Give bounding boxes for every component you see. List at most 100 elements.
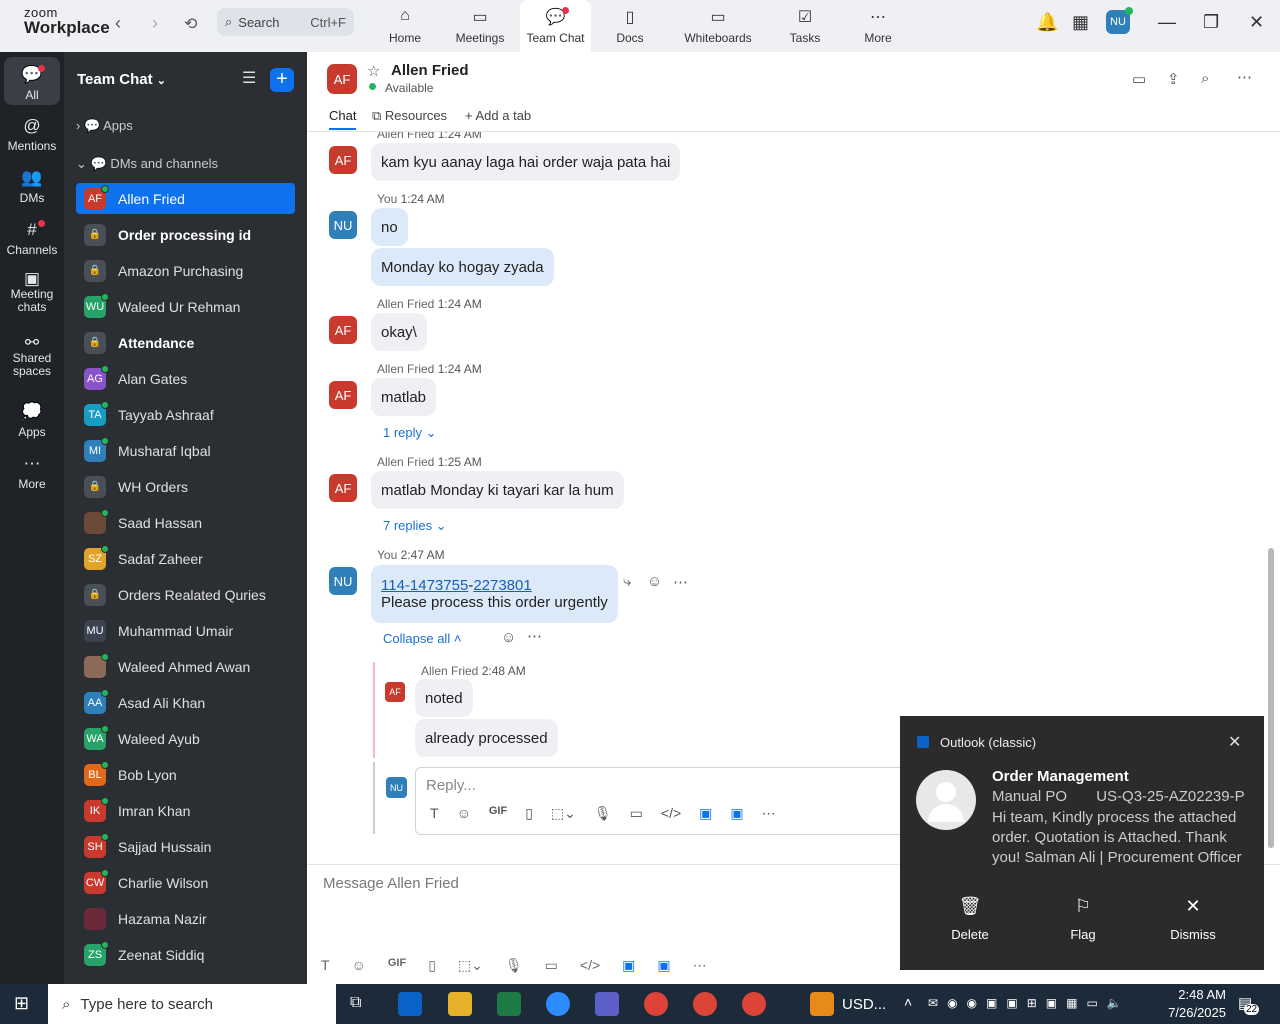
outlook-icon[interactable]: ▣ [986, 996, 997, 1010]
code-icon[interactable]: </> [661, 805, 681, 822]
excel-icon[interactable] [497, 992, 521, 1016]
chrome-icon[interactable]: ◉ [947, 996, 957, 1010]
tab-resources[interactable]: ⧉ Resources [372, 108, 447, 124]
video-call-icon[interactable]: ▭ [1132, 70, 1146, 88]
outlook-app-icon[interactable] [398, 992, 422, 1016]
search-icon[interactable]: ⌕ [1201, 70, 1209, 87]
thread-replies-link[interactable]: 1 reply ⌄ [383, 425, 437, 441]
chrome-icon[interactable] [742, 992, 766, 1016]
avatar[interactable]: NU [1106, 7, 1133, 34]
message-bubble[interactable]: matlab Monday ki tayari kar la hum [371, 471, 624, 509]
order-link[interactable]: 114-1473755 [381, 577, 468, 594]
video-icon[interactable]: ▭ [545, 957, 558, 974]
sidebar-item[interactable]: 🔒 Orders Realated Quries [76, 579, 295, 610]
reply-input[interactable]: Reply... [426, 777, 476, 794]
app-icon[interactable]: ▣ [730, 805, 743, 822]
message-input[interactable]: Message Allen Fried [323, 875, 459, 892]
tab-docs[interactable]: ▯ Docs [605, 0, 655, 52]
bell-icon[interactable]: 🔔 [1036, 12, 1058, 33]
calendar-icon[interactable]: ▦ [1072, 12, 1089, 33]
message-bubble[interactable]: 114-1473755-2273801 Please process this … [371, 565, 618, 623]
share-screen-icon[interactable]: ⇪ [1167, 70, 1180, 88]
task-view-icon[interactable]: ⧉ [350, 994, 361, 1012]
reply-composer[interactable]: Reply... T ☺ GIF ▯ ⬚⌄ 🎙 ▭ </> ▣ ▣ ⋯ [415, 767, 915, 835]
reply-icon[interactable]: ⤷ [623, 573, 631, 590]
sidebar-item[interactable]: Waleed Ahmed Awan [76, 651, 295, 682]
back-arrow-icon[interactable]: ‹ [115, 13, 121, 34]
currency-ticker[interactable]: USD... [842, 996, 886, 1013]
more-icon[interactable]: ⋯ [762, 805, 776, 822]
app-icon[interactable]: ▣ [657, 957, 670, 974]
emoji-icon[interactable]: ☺ [647, 573, 662, 590]
file-explorer-icon[interactable] [448, 992, 472, 1016]
emoji-icon[interactable]: ☺ [352, 957, 366, 974]
tab-chat[interactable]: Chat [329, 108, 357, 130]
code-icon[interactable]: </> [580, 957, 600, 974]
screenshot-icon[interactable]: ⬚⌄ [551, 805, 576, 822]
tab-meetings[interactable]: ▭ Meetings [450, 0, 510, 52]
rail-more[interactable]: ⋯ More [0, 454, 64, 491]
sidebar-item[interactable]: IK Imran Khan [76, 795, 295, 826]
gif-icon[interactable]: GIF [388, 957, 406, 974]
new-chat-button[interactable]: + [270, 68, 294, 92]
forward-arrow-icon[interactable]: › [152, 13, 158, 34]
video-icon[interactable]: ▭ [630, 805, 643, 822]
contact-name[interactable]: Allen Fried [391, 62, 469, 79]
collapse-all-button[interactable]: Collapse all ˄ [383, 631, 461, 646]
sender-avatar[interactable]: AF [385, 682, 405, 702]
sidebar-title[interactable]: Team Chat ⌄ [77, 71, 166, 88]
rail-shared-spaces[interactable]: ⚯ Shared spaces [0, 334, 64, 378]
sender-avatar[interactable]: AF [329, 146, 357, 174]
vpn-icon[interactable]: ▣ [1046, 996, 1057, 1010]
sender-avatar[interactable]: NU [329, 211, 357, 239]
flag-button[interactable]: ⚐ Flag [1053, 896, 1113, 942]
mic-icon[interactable]: 🎙 [505, 957, 523, 974]
contact-avatar[interactable]: AF [327, 64, 357, 94]
zoom-app-icon[interactable] [546, 992, 570, 1016]
sidebar-item[interactable]: ZS Zeenat Siddiq [76, 939, 295, 970]
taskbar-search[interactable]: ⌕ Type here to search [48, 984, 336, 1024]
sidebar-item[interactable]: AA Asad Ali Khan [76, 687, 295, 718]
sender-avatar[interactable]: AF [329, 474, 357, 502]
mic-icon[interactable]: 🎙 [594, 805, 612, 822]
order-link[interactable]: 2273801 [473, 577, 531, 594]
windows-icon[interactable]: ⊞ [1027, 996, 1037, 1010]
sidebar-item[interactable]: AF Allen Fried [76, 183, 295, 214]
more-icon[interactable]: ⋯ [1237, 68, 1252, 86]
tab-add[interactable]: + Add a tab [465, 108, 531, 123]
sidebar-item[interactable]: Saad Hassan [76, 507, 295, 538]
close-icon[interactable]: ✕ [1228, 732, 1241, 752]
file-icon[interactable]: ▯ [428, 957, 436, 974]
sender-avatar[interactable]: AF [329, 381, 357, 409]
message-bubble[interactable]: already processed [415, 719, 558, 757]
teams-icon[interactable]: ▣ [1006, 996, 1017, 1010]
section-apps[interactable]: › 💬 Apps [76, 118, 133, 134]
sidebar-item[interactable]: MI Musharaf Iqbal [76, 435, 295, 466]
sidebar-item[interactable]: WA Waleed Ayub [76, 723, 295, 754]
sidebar-item[interactable]: Hazama Nazir [76, 903, 295, 934]
clock-date[interactable]: 7/26/2025 [1166, 1005, 1226, 1020]
message-bubble[interactable]: okay\ [371, 313, 427, 351]
tab-more[interactable]: ⋯ More [853, 0, 903, 52]
chrome-icon[interactable] [693, 992, 717, 1016]
rail-meeting-chats[interactable]: ▣ Meeting chats [0, 270, 64, 314]
tab-tasks[interactable]: ☑ Tasks [780, 0, 830, 52]
message-bubble[interactable]: noted [415, 679, 473, 717]
windows-start-icon[interactable]: ⊞ [14, 993, 29, 1014]
sidebar-item[interactable]: BL Bob Lyon [76, 759, 295, 790]
close-icon[interactable]: ✕ [1249, 12, 1264, 33]
filter-icon[interactable]: ☰ [242, 68, 256, 88]
scrollbar[interactable] [1268, 548, 1274, 848]
dismiss-button[interactable]: ✕ Dismiss [1163, 896, 1223, 942]
tab-whiteboards[interactable]: ▭ Whiteboards [678, 0, 758, 52]
tab-team-chat[interactable]: 💬 Team Chat [520, 0, 591, 52]
sender-avatar[interactable]: NU [329, 567, 357, 595]
mail-icon[interactable]: ✉ [928, 996, 938, 1010]
app-icon[interactable]: ▣ [622, 957, 635, 974]
outlook-notification[interactable]: Outlook (classic) ✕ Order Management Man… [900, 716, 1264, 970]
more-icon[interactable]: ⋯ [673, 573, 688, 591]
thread-replies-link[interactable]: 7 replies ⌄ [383, 518, 447, 534]
more-icon[interactable]: ⋯ [527, 627, 542, 645]
format-icon[interactable]: T [321, 957, 330, 974]
sidebar-item[interactable]: SZ Sadaf Zaheer [76, 543, 295, 574]
